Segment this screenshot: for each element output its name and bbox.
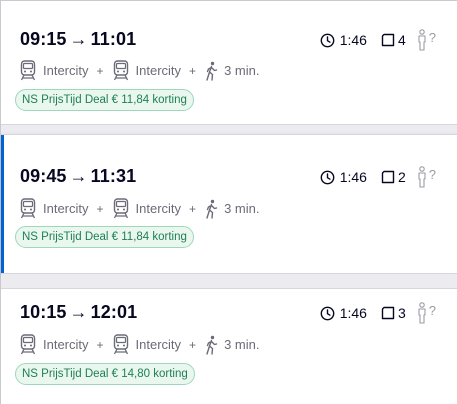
- train-icon: [112, 198, 130, 219]
- walking-icon: [204, 199, 218, 219]
- transfer-count: 3: [397, 305, 406, 321]
- leg-separator: +: [96, 337, 104, 352]
- train-icon: [112, 334, 130, 355]
- trip-duration: 1:46: [339, 305, 367, 321]
- trip-card[interactable]: 09:15 → 11:01 1:46 4 ? Intercity + Inter…: [1, 1, 457, 125]
- leg-separator: +: [189, 201, 197, 216]
- transfer-icon: [381, 306, 395, 320]
- crowd-person-icon: [416, 166, 428, 188]
- arrow-right-icon: →: [69, 29, 88, 49]
- leg-separator: +: [96, 63, 104, 78]
- departure-time: 09:15: [20, 29, 67, 49]
- leg-label: Intercity: [43, 337, 89, 352]
- train-icon: [112, 60, 130, 81]
- leg-separator: +: [189, 63, 197, 78]
- trip-legs: Intercity + Intercity + 3 min.: [19, 60, 259, 81]
- leg-separator: +: [189, 337, 197, 352]
- crowd-unknown-label: ?: [428, 166, 436, 182]
- crowd-person-icon: [416, 302, 428, 324]
- transfer-count: 2: [397, 169, 406, 185]
- train-icon: [19, 334, 37, 355]
- leg-label: Intercity: [43, 63, 89, 78]
- leg-label: Intercity: [135, 337, 182, 352]
- deal-badge: NS PrijsTijd Deal € 14,80 korting: [15, 363, 195, 385]
- card-divider: [1, 125, 457, 134]
- walking-icon: [204, 61, 218, 81]
- clock-icon: [320, 170, 335, 185]
- trip-times: 10:15 → 12:01: [20, 302, 137, 323]
- departure-time: 10:15: [20, 302, 67, 322]
- walking-icon: [204, 335, 218, 355]
- trip-duration: 1:46: [339, 32, 367, 48]
- trip-meta: 1:46 3 ?: [320, 302, 436, 324]
- trip-times: 09:45 → 11:31: [20, 166, 136, 187]
- transfer-icon: [381, 33, 395, 47]
- deal-badge: NS PrijsTijd Deal € 11,84 korting: [15, 226, 194, 248]
- crowd-unknown-label: ?: [428, 29, 436, 45]
- clock-icon: [320, 33, 335, 48]
- arrow-right-icon: →: [69, 166, 88, 186]
- card-divider: [1, 274, 457, 288]
- trip-meta: 1:46 4 ?: [320, 29, 436, 51]
- crowd-person-icon: [416, 29, 428, 51]
- crowd-indicator: ?: [416, 302, 436, 324]
- arrival-time: 11:01: [90, 29, 137, 49]
- arrival-time: 12:01: [90, 302, 138, 322]
- trip-meta: 1:46 2 ?: [320, 166, 436, 188]
- trip-legs: Intercity + Intercity + 3 min.: [19, 198, 259, 219]
- transfer-count: 4: [397, 32, 406, 48]
- arrival-time: 11:31: [90, 166, 137, 186]
- leg-label: Intercity: [135, 63, 182, 78]
- clock-icon: [320, 306, 335, 321]
- trip-results-list: 09:15 → 11:01 1:46 4 ? Intercity + Inter…: [0, 0, 457, 404]
- arrow-right-icon: →: [69, 302, 88, 322]
- walk-duration: 3 min.: [224, 63, 260, 78]
- trip-card[interactable]: 10:15 → 12:01 1:46 3 ? Intercity + Inter…: [1, 288, 457, 404]
- trip-duration: 1:46: [339, 169, 367, 185]
- leg-separator: +: [96, 201, 104, 216]
- leg-label: Intercity: [43, 201, 89, 216]
- crowd-indicator: ?: [416, 29, 436, 51]
- train-icon: [19, 198, 37, 219]
- trip-times: 09:15 → 11:01: [20, 29, 136, 50]
- deal-badge: NS PrijsTijd Deal € 11,84 korting: [15, 89, 194, 111]
- crowd-indicator: ?: [416, 166, 436, 188]
- transfer-icon: [381, 170, 395, 184]
- crowd-unknown-label: ?: [428, 302, 436, 318]
- walk-duration: 3 min.: [224, 337, 260, 352]
- leg-label: Intercity: [135, 201, 182, 216]
- trip-legs: Intercity + Intercity + 3 min.: [19, 334, 259, 355]
- trip-card-selected[interactable]: 09:45 → 11:31 1:46 2 ? Intercity + Inter…: [1, 134, 457, 274]
- departure-time: 09:45: [20, 166, 67, 186]
- walk-duration: 3 min.: [224, 201, 260, 216]
- train-icon: [19, 60, 37, 81]
